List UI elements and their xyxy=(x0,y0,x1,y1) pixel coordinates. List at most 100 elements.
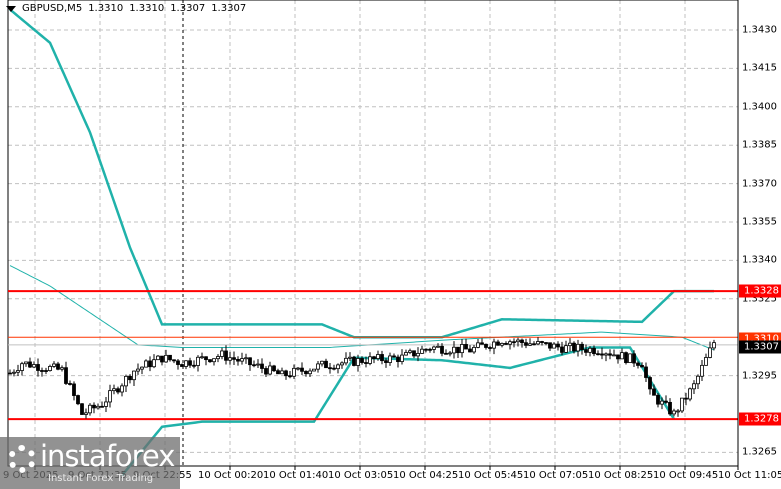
candle-bull xyxy=(408,350,412,353)
candle-bear xyxy=(272,365,276,372)
candle-bull xyxy=(88,404,92,414)
candle-bull xyxy=(136,368,140,372)
candle-bear xyxy=(684,397,688,400)
candle-bull xyxy=(368,356,372,364)
candle-bull xyxy=(348,356,352,359)
price-tick: 1.3265 xyxy=(742,446,777,458)
candle-bear xyxy=(148,360,152,368)
candle-bull xyxy=(32,364,36,368)
candle-bull xyxy=(184,360,188,367)
candle-bear xyxy=(480,342,484,345)
candle-bear xyxy=(288,375,292,378)
candle-bull xyxy=(48,366,52,371)
candle-bear xyxy=(584,349,588,353)
open-value: 1.3310 xyxy=(88,3,124,14)
time-tick: 10 Oct 00:20 xyxy=(198,470,264,481)
candle-bull xyxy=(132,370,136,381)
candle-bear xyxy=(608,353,612,356)
candle-bear xyxy=(504,343,508,345)
price-tick: 1.3385 xyxy=(742,139,777,151)
candle-bear xyxy=(488,347,492,349)
symbol-label: GBPUSD,M5 xyxy=(22,3,83,14)
candle-bear xyxy=(616,354,620,360)
candle-bull xyxy=(568,342,572,347)
candle-bull xyxy=(216,356,220,360)
candle-bull xyxy=(240,358,244,362)
upper-band xyxy=(9,8,714,339)
candle-bull xyxy=(564,345,568,353)
chart-header: GBPUSD,M5 1.3310 1.3310 1.3307 1.3307 xyxy=(6,3,246,14)
candle-bear xyxy=(324,360,328,369)
candle-bear xyxy=(100,405,104,408)
candle-bull xyxy=(60,367,64,370)
candle-bull xyxy=(336,364,340,370)
candle-bear xyxy=(328,367,332,370)
candle-bear xyxy=(128,375,132,381)
candle-bull xyxy=(196,356,200,366)
candle-bull xyxy=(712,342,716,349)
candle-bull xyxy=(416,352,420,357)
candle-bull xyxy=(604,353,608,356)
time-tick: 10 Oct 04:25 xyxy=(393,470,459,481)
candle-bear xyxy=(204,356,208,361)
logo-name: instaforex xyxy=(40,439,175,473)
candle-bear xyxy=(520,339,524,344)
price-chart[interactable] xyxy=(0,0,781,489)
candle-bull xyxy=(620,352,624,360)
price-tick: 1.3355 xyxy=(742,216,777,228)
candle-bear xyxy=(644,366,648,378)
candle-bear xyxy=(580,343,584,350)
candle-bear xyxy=(632,353,636,364)
candle-bear xyxy=(532,343,536,346)
candle-bear xyxy=(236,358,240,362)
time-tick: 10 Oct 09:45 xyxy=(653,470,719,481)
candle-bear xyxy=(392,355,396,358)
gear-icon xyxy=(8,445,36,473)
candle-bull xyxy=(152,359,156,368)
candle-bear xyxy=(284,370,288,377)
candle-bear xyxy=(332,367,336,370)
candle-bull xyxy=(436,345,440,348)
candle-bear xyxy=(524,342,528,346)
price-tick: 1.3415 xyxy=(742,62,777,74)
candle-bear xyxy=(544,342,548,344)
candle-bull xyxy=(448,352,452,355)
candle-bear xyxy=(652,388,656,396)
candle-bull xyxy=(104,401,108,407)
time-tick: 10 Oct 05:45 xyxy=(458,470,524,481)
candle-bear xyxy=(192,364,196,367)
candle-bull xyxy=(552,343,556,349)
candle-bull xyxy=(12,371,16,374)
candle-bear xyxy=(560,346,564,353)
candle-bear xyxy=(380,354,384,362)
candle-bear xyxy=(596,353,600,356)
candle-bull xyxy=(612,354,616,357)
candle-bear xyxy=(168,354,172,361)
candle-bear xyxy=(172,359,176,362)
candle-bull xyxy=(404,352,408,356)
candle-bear xyxy=(456,346,460,354)
candle-bear xyxy=(412,350,416,357)
candle-bull xyxy=(256,363,260,366)
candle-bear xyxy=(648,377,652,390)
candle-bear xyxy=(300,367,304,372)
candle-bull xyxy=(268,365,272,375)
candle-bear xyxy=(160,355,164,363)
candle-bull xyxy=(692,383,696,390)
dropdown-triangle-icon[interactable] xyxy=(6,5,16,12)
candle-bear xyxy=(640,365,644,368)
candle-bull xyxy=(400,354,404,363)
candle-bull xyxy=(356,358,360,366)
candle-bear xyxy=(444,352,448,355)
candle-bear xyxy=(276,370,280,375)
candle-bull xyxy=(704,357,708,366)
candle-bear xyxy=(360,358,364,363)
candle-bull xyxy=(688,388,692,400)
candle-bull xyxy=(708,347,712,358)
candle-bull xyxy=(492,341,496,349)
candle-bull xyxy=(156,355,160,361)
candle-bear xyxy=(592,347,596,355)
candle-bull xyxy=(476,342,480,348)
candle-bull xyxy=(420,348,424,354)
candle-bull xyxy=(508,341,512,345)
